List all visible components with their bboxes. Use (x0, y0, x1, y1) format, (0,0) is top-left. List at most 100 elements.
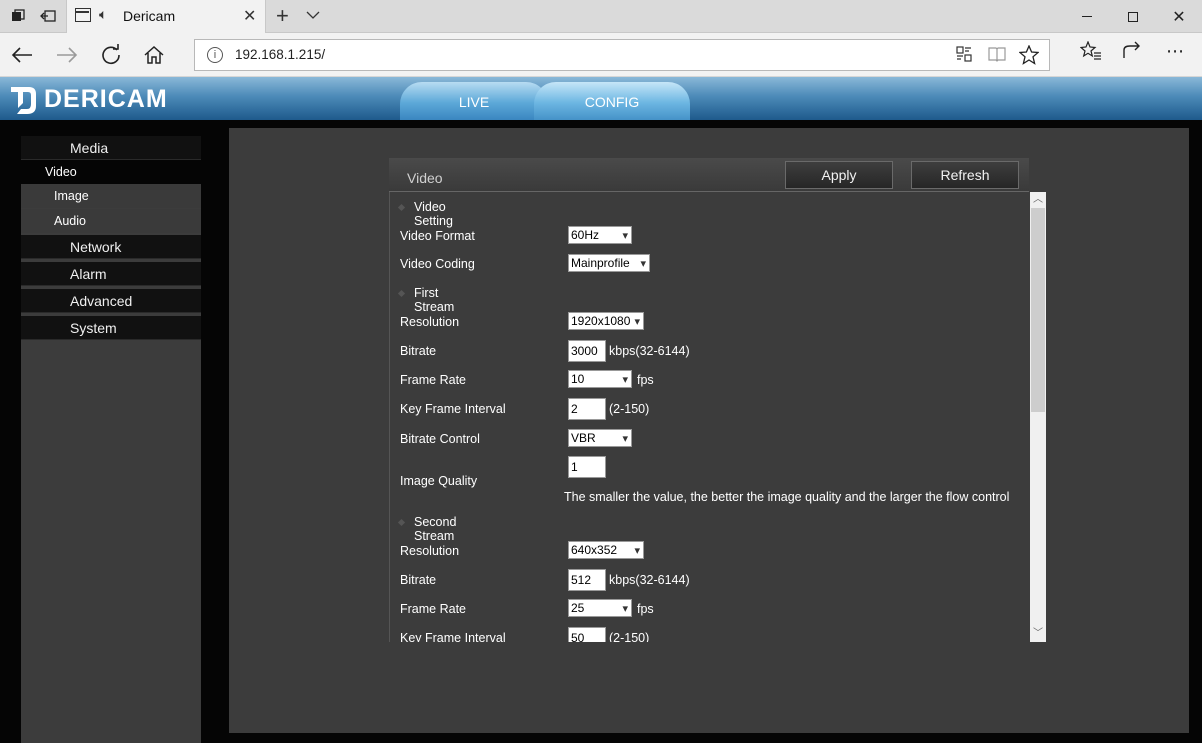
row-bitrate-control: Bitrate Control VBR ▾ (390, 428, 1029, 452)
browser-tab-dericam[interactable]: 🔈︎ Dericam ✕ (66, 0, 266, 33)
row-second-bitrate: Bitrate 512 kbps(32-6144) (390, 569, 1029, 593)
row-second-framerate: Frame Rate 25 ▾ fps (390, 598, 1029, 622)
favorite-star-icon[interactable] (1018, 44, 1040, 70)
section-title: Video Setting (414, 200, 453, 228)
row-second-resolution: Resolution 640x352 ▾ (390, 540, 1029, 564)
close-window-button[interactable]: ✕ (1156, 0, 1202, 33)
resolution-label: Resolution (400, 544, 460, 558)
share-icon[interactable] (1122, 41, 1144, 67)
row-video-coding: Video Coding Mainprofile ▾ (390, 253, 1029, 277)
refresh-button[interactable]: Refresh (911, 161, 1019, 189)
second-resolution-value: 640x352 (571, 543, 618, 557)
fps-unit: fps (637, 373, 654, 387)
panel-title: Video (407, 170, 443, 186)
video-format-value: 60Hz (571, 228, 600, 242)
speaker-icon[interactable]: 🔈︎ (99, 6, 107, 23)
row-first-resolution: Resolution 1920x1080 ▾ (390, 311, 1029, 335)
row-first-bitrate: Bitrate 3000 kbps(32-6144) (390, 340, 1029, 364)
menu-advanced[interactable]: Advanced (21, 289, 201, 313)
video-format-label: Video Format (400, 229, 475, 243)
key-frame-label: Key Frame Interval (400, 631, 506, 642)
section-title: First Stream (414, 286, 455, 314)
menu-alarm[interactable]: Alarm (21, 262, 201, 286)
chevron-down-icon: ▾ (634, 545, 640, 557)
keyframe-range: (2-150) (609, 402, 650, 416)
bitrate-label: Bitrate (400, 344, 437, 358)
settings-sidebar: Media Video Image Audio Network Alarm Ad… (21, 136, 201, 743)
home-button[interactable] (140, 41, 168, 69)
second-resolution-select[interactable]: 640x352 ▾ (568, 541, 644, 559)
tab-config[interactable]: CONFIG (534, 82, 690, 120)
menu-video[interactable]: Video (21, 160, 201, 184)
forward-button[interactable] (53, 41, 81, 69)
chevron-down-icon: ▾ (622, 603, 628, 615)
bitrate-label: Bitrate (400, 573, 437, 587)
bitrate-control-value: VBR (571, 431, 596, 445)
row-first-framerate: Frame Rate 10 ▾ fps (390, 369, 1029, 393)
image-quality-label: Image Quality (400, 474, 478, 488)
menu-image[interactable]: Image (21, 184, 201, 208)
resolution-label: Resolution (400, 315, 460, 329)
reload-button[interactable] (97, 41, 125, 69)
video-coding-label: Video Coding (400, 257, 475, 271)
first-bitrate-input[interactable]: 3000 (568, 340, 606, 362)
scroll-up-arrow-icon[interactable]: ︿ (1030, 192, 1046, 208)
minimize-button[interactable] (1064, 0, 1110, 33)
close-tab-icon[interactable]: ✕ (243, 6, 256, 26)
second-framerate-select[interactable]: 25 ▾ (568, 599, 632, 617)
first-resolution-select[interactable]: 1920x1080 ▾ (568, 312, 644, 330)
camera-web-page: DERICAM LIVE CONFIG Media Video Image Au… (0, 77, 1202, 743)
diamond-bullet-icon (397, 289, 406, 298)
first-framerate-value: 10 (571, 372, 585, 386)
tab-live[interactable]: LIVE (400, 82, 548, 120)
chevron-down-icon: ▾ (622, 374, 628, 386)
frame-rate-label: Frame Rate (400, 602, 466, 616)
logo-text: DERICAM (44, 85, 168, 113)
first-resolution-value: 1920x1080 (571, 314, 631, 328)
menu-network[interactable]: Network (21, 235, 201, 259)
menu-media[interactable]: Media (21, 136, 201, 160)
maximize-button[interactable] (1110, 0, 1156, 33)
bitrate-control-select[interactable]: VBR ▾ (568, 429, 632, 447)
menu-audio[interactable]: Audio (21, 209, 201, 233)
video-settings-form: Video Setting Video Format 60Hz ▾ Video … (389, 192, 1029, 642)
image-quality-note: The smaller the value, the better the im… (564, 490, 1010, 504)
second-keyframe-input[interactable]: 50 (568, 627, 606, 642)
chevron-down-icon: ▾ (640, 258, 646, 270)
tab-actions-icon[interactable] (8, 7, 28, 25)
back-button[interactable] (8, 41, 36, 69)
video-coding-select[interactable]: Mainprofile ▾ (568, 254, 650, 272)
frame-rate-label: Frame Rate (400, 373, 466, 387)
video-coding-value: Mainprofile (571, 256, 630, 270)
diamond-bullet-icon (397, 518, 406, 527)
new-tab-button[interactable]: + (276, 3, 289, 29)
video-format-select[interactable]: 60Hz ▾ (568, 226, 632, 244)
form-scrollbar[interactable]: ︿ ﹀ (1030, 192, 1046, 642)
second-bitrate-input[interactable]: 512 (568, 569, 606, 591)
image-quality-input[interactable]: 1 (568, 456, 606, 478)
key-frame-label: Key Frame Interval (400, 402, 506, 416)
browser-tab-title: Dericam (123, 8, 176, 24)
scroll-down-arrow-icon[interactable]: ﹀ (1030, 626, 1046, 642)
section-title: Second Stream (414, 515, 457, 543)
reading-view-icon[interactable] (987, 45, 1007, 68)
row-first-keyframe: Key Frame Interval 2 (2-150) (390, 398, 1029, 422)
content-area: Video Apply Refresh Video Setting Video … (229, 128, 1189, 733)
set-tabs-aside-icon[interactable] (38, 7, 58, 25)
site-permissions-icon[interactable] (955, 45, 973, 68)
page-favicon-icon (75, 8, 91, 22)
fps-unit: fps (637, 602, 654, 616)
site-info-icon[interactable]: i (207, 47, 223, 63)
apply-button[interactable]: Apply (785, 161, 893, 189)
close-icon: ✕ (1172, 8, 1186, 26)
first-framerate-select[interactable]: 10 ▾ (568, 370, 632, 388)
favorites-hub-icon[interactable] (1079, 40, 1102, 67)
minimize-icon (1082, 16, 1092, 17)
more-options-icon[interactable]: ⋯ (1166, 41, 1184, 62)
address-bar[interactable]: i 192.168.1.215/ (194, 39, 1050, 71)
menu-system[interactable]: System (21, 316, 201, 340)
tab-list-chevron-icon[interactable] (306, 7, 320, 23)
scrollbar-thumb[interactable] (1031, 208, 1045, 412)
address-url[interactable]: 192.168.1.215/ (235, 47, 325, 62)
first-keyframe-input[interactable]: 2 (568, 398, 606, 420)
